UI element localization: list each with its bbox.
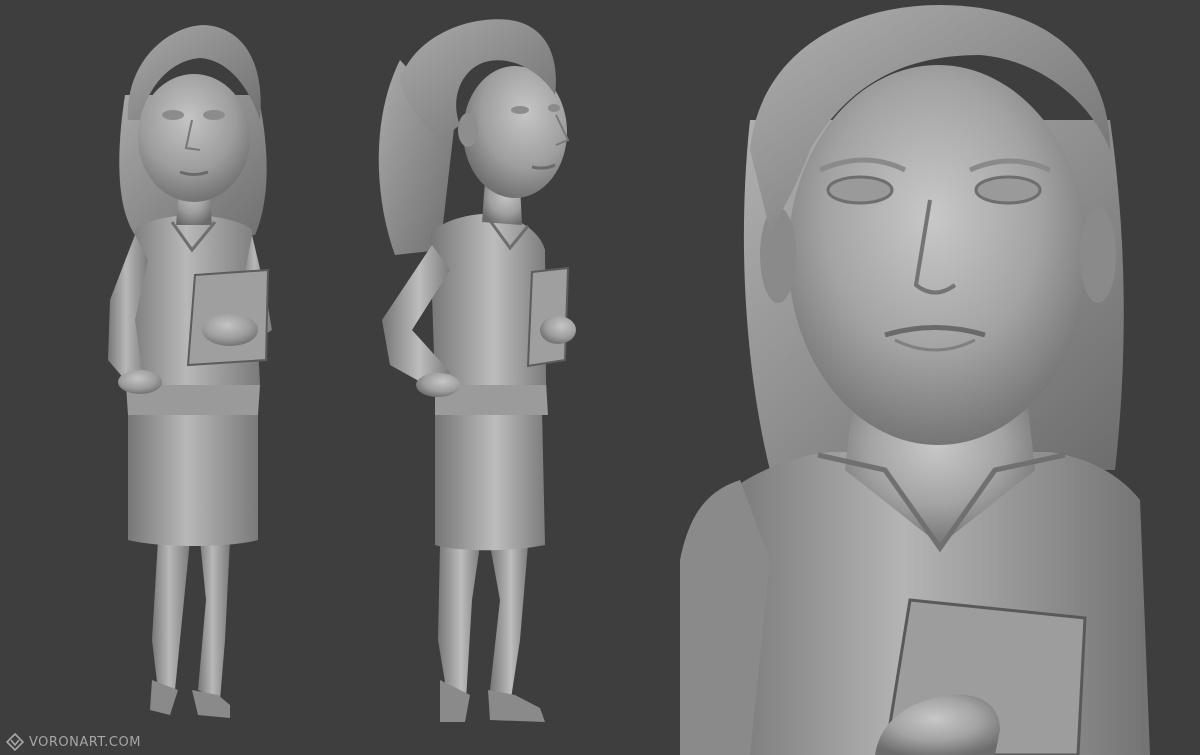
three-quarter-figure-sculpt [378,19,576,722]
three-quarter-view-render [360,0,590,755]
closeup-view-render [680,0,1200,755]
closeup-bust-sculpt [680,5,1150,755]
render-canvas: VORONART.COM [0,0,1200,755]
front-figure-sculpt [108,25,272,718]
front-view-render [80,0,320,755]
watermark: VORONART.COM [6,733,141,751]
watermark-text: VORONART.COM [29,734,141,750]
voronart-logo-icon [6,733,24,751]
